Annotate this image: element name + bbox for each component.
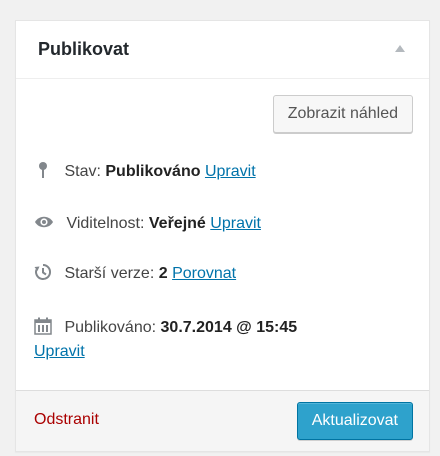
pin-icon: [39, 162, 47, 178]
status-row: Stav: Publikováno Upravit: [34, 161, 256, 181]
revisions-compare-link[interactable]: Porovnat: [172, 265, 236, 282]
published-value: 30.7.2014 @ 15:45: [160, 319, 298, 336]
revisions-label: Starší verze:: [64, 265, 155, 282]
status-edit-link[interactable]: Upravit: [205, 163, 256, 180]
visibility-label: Viditelnost:: [66, 215, 145, 232]
preview-button[interactable]: Zobrazit náhled: [272, 95, 413, 133]
update-button[interactable]: Aktualizovat: [296, 402, 413, 440]
calendar-icon: [34, 317, 52, 335]
visibility-row: Viditelnost: Veřejné Upravit: [34, 213, 261, 233]
revisions-row: Starší verze: 2 Porovnat: [34, 263, 236, 283]
visibility-value: Veřejné: [148, 215, 206, 232]
history-icon: [34, 263, 52, 280]
eye-icon: [35, 216, 53, 228]
published-edit-row: Upravit: [34, 343, 85, 361]
status-value: Publikováno: [105, 163, 201, 180]
delete-link[interactable]: Odstranit: [34, 411, 99, 429]
visibility-edit-link[interactable]: Upravit: [210, 215, 261, 232]
published-edit-link[interactable]: Upravit: [34, 343, 85, 360]
publish-box-title: Publikovat: [38, 39, 130, 59]
publish-box-header: Publikovat: [16, 21, 429, 79]
published-label: Publikováno:: [64, 319, 157, 336]
collapse-toggle-icon[interactable]: [395, 45, 405, 52]
publish-actions: Odstranit Aktualizovat: [16, 390, 429, 451]
published-row: Publikováno: 30.7.2014 @ 15:45: [34, 317, 297, 337]
publish-box: Publikovat Zobrazit náhled Stav: Publiko…: [15, 20, 430, 452]
status-label: Stav:: [64, 163, 101, 180]
revisions-value: 2: [158, 265, 168, 282]
